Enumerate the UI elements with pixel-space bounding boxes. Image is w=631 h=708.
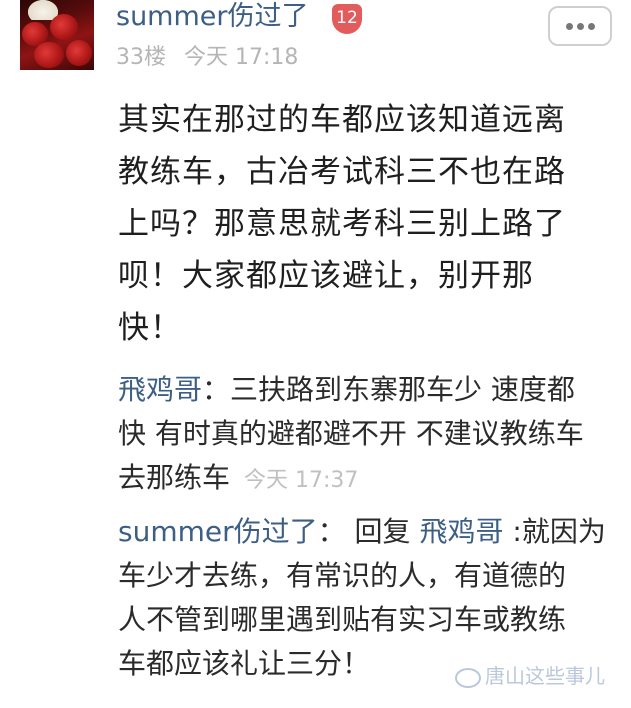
content-line: 其实在那过的车都应该知道远离 bbox=[118, 102, 566, 138]
reply-text: 人不管到哪里遇到贴有实习车或教练 bbox=[118, 603, 567, 636]
reply-to-user[interactable]: 飛鸡哥 bbox=[419, 515, 503, 548]
more-dots-icon bbox=[565, 23, 573, 30]
reply-text: 快 有时真的避都避不开 不建议教练车 bbox=[118, 417, 584, 450]
wechat-icon bbox=[455, 667, 481, 688]
reply-separator: ： bbox=[202, 373, 231, 406]
reply-author[interactable]: 飛鸡哥 bbox=[118, 373, 202, 406]
reply-separator: ： bbox=[317, 515, 346, 548]
reply-text: 去那练车 bbox=[118, 461, 231, 494]
reply-list: 飛鸡哥：三扶路到东寨那车少 速度都 快 有时真的避都避不开 不建议教练车 去那练… bbox=[118, 368, 623, 686]
content-line: 教练车，古冶考试科三不也在路 bbox=[118, 154, 566, 190]
reply-line: 去那练车 今天 17:37 bbox=[118, 456, 623, 503]
more-dots-icon bbox=[587, 23, 595, 30]
comment-meta: 33楼 今天 17:18 bbox=[116, 45, 298, 71]
reply-text: :就因为 bbox=[512, 515, 606, 548]
reply-author[interactable]: summer伤过了 bbox=[118, 515, 318, 548]
rose-flower bbox=[50, 14, 78, 40]
reply-item[interactable]: 飛鸡哥：三扶路到东寨那车少 速度都 快 有时真的避都避不开 不建议教练车 去那练… bbox=[118, 368, 623, 503]
reply-text: 三扶路到东寨那车少 速度都 bbox=[230, 373, 575, 406]
rose-flower bbox=[66, 40, 92, 66]
user-avatar[interactable] bbox=[20, 0, 94, 70]
content-line: 快！ bbox=[118, 310, 182, 346]
content-line: 呗！大家都应该避让，别开那 bbox=[118, 258, 534, 294]
reply-word: 回复 bbox=[354, 515, 411, 548]
comment-username[interactable]: summer伤过了 bbox=[116, 2, 309, 32]
comment-content: 其实在那过的车都应该知道远离 教练车，古冶考试科三不也在路 上吗？那意思就考科三… bbox=[118, 94, 618, 354]
watermark-text: 唐山这些事儿 bbox=[485, 664, 605, 688]
reply-text: 车少才去练，有常识的人，有道德的 bbox=[118, 559, 567, 592]
reply-line: 飛鸡哥：三扶路到东寨那车少 速度都 bbox=[118, 368, 623, 412]
reply-time: 今天 17:37 bbox=[244, 468, 359, 493]
comment-time: 今天 17:18 bbox=[184, 45, 299, 70]
more-dots-icon bbox=[576, 23, 584, 30]
more-button[interactable] bbox=[548, 6, 612, 46]
rose-flower bbox=[34, 42, 64, 68]
watermark: 唐山这些事儿 bbox=[455, 660, 605, 689]
reply-line: summer伤过了： 回复 飛鸡哥 :就因为 bbox=[118, 510, 623, 554]
floor-number: 33楼 bbox=[116, 45, 166, 70]
level-shield-icon: 12 bbox=[332, 4, 362, 34]
content-line: 上吗？那意思就考科三别上路了 bbox=[118, 206, 566, 242]
